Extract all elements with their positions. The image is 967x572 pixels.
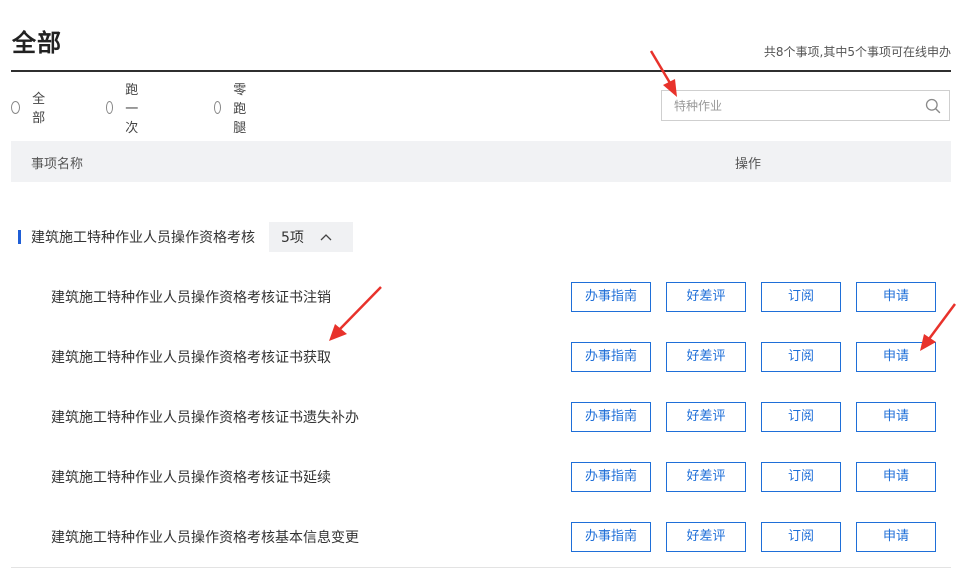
guide-button[interactable]: 办事指南: [571, 462, 651, 492]
column-header-operation: 操作: [735, 157, 762, 172]
review-button[interactable]: 好差评: [666, 462, 746, 492]
list-item: 建筑施工特种作业人员操作资格考核证书遗失补办 办事指南 好差评 订阅 申请: [0, 402, 967, 432]
item-group-header: 建筑施工特种作业人员操作资格考核 5项: [11, 222, 353, 252]
guide-button[interactable]: 办事指南: [571, 522, 651, 552]
search-icon[interactable]: [925, 98, 941, 114]
subscribe-button[interactable]: 订阅: [761, 342, 841, 372]
chevron-up-icon: [320, 234, 332, 241]
subscribe-button[interactable]: 订阅: [761, 402, 841, 432]
filter-all[interactable]: 全部: [11, 92, 49, 126]
list-bottom-divider: [11, 567, 951, 568]
apply-button[interactable]: 申请: [856, 402, 936, 432]
page-title: 全部: [12, 29, 62, 57]
filter-label: 全部: [32, 92, 46, 126]
item-name[interactable]: 建筑施工特种作业人员操作资格考核证书获取: [51, 347, 331, 367]
filter-run-once[interactable]: 跑一次: [106, 83, 144, 136]
list-item: 建筑施工特种作业人员操作资格考核证书获取 办事指南 好差评 订阅 申请: [0, 342, 967, 372]
apply-button[interactable]: 申请: [856, 342, 936, 372]
item-name[interactable]: 建筑施工特种作业人员操作资格考核证书遗失补办: [51, 407, 359, 427]
arrowhead-icon: [329, 324, 347, 341]
filter-zero-trip[interactable]: 零跑腿: [214, 83, 252, 136]
group-marker: [18, 230, 21, 244]
subscribe-button[interactable]: 订阅: [761, 462, 841, 492]
item-name[interactable]: 建筑施工特种作业人员操作资格考核证书延续: [51, 467, 331, 487]
group-collapse-toggle[interactable]: 5项: [269, 222, 353, 252]
radio-circle-icon[interactable]: [106, 100, 114, 114]
radio-circle-icon[interactable]: [214, 100, 222, 114]
review-button[interactable]: 好差评: [666, 522, 746, 552]
items-summary: 共8个事项,其中5个事项可在线申办: [763, 45, 951, 59]
item-name[interactable]: 建筑施工特种作业人员操作资格考核证书注销: [51, 287, 331, 307]
title-divider: [11, 70, 951, 72]
search-input[interactable]: [674, 97, 914, 115]
subscribe-button[interactable]: 订阅: [761, 522, 841, 552]
item-name[interactable]: 建筑施工特种作业人员操作资格考核基本信息变更: [51, 527, 359, 547]
page: 全部 共8个事项,其中5个事项可在线申办 全部 跑一次 零跑腿 事项名称 操作 …: [0, 0, 967, 572]
filter-label: 跑一次: [125, 82, 139, 136]
arrow-to-search-icon: [649, 50, 672, 84]
review-button[interactable]: 好差评: [666, 282, 746, 312]
list-item: 建筑施工特种作业人员操作资格考核基本信息变更 办事指南 好差评 订阅 申请: [0, 522, 967, 552]
column-header-name: 事项名称: [31, 157, 84, 172]
search-box: [661, 90, 950, 121]
guide-button[interactable]: 办事指南: [571, 342, 651, 372]
guide-button[interactable]: 办事指南: [571, 282, 651, 312]
review-button[interactable]: 好差评: [666, 342, 746, 372]
group-title: 建筑施工特种作业人员操作资格考核: [31, 230, 255, 246]
group-count-label: 5项: [281, 230, 304, 246]
apply-button[interactable]: 申请: [856, 522, 936, 552]
guide-button[interactable]: 办事指南: [571, 402, 651, 432]
radio-circle-icon[interactable]: [11, 100, 21, 114]
list-item: 建筑施工特种作业人员操作资格考核证书注销 办事指南 好差评 订阅 申请: [0, 282, 967, 312]
table-header: 事项名称 操作: [11, 141, 951, 182]
apply-button[interactable]: 申请: [856, 462, 936, 492]
filter-label: 零跑腿: [233, 82, 247, 136]
subscribe-button[interactable]: 订阅: [761, 282, 841, 312]
review-button[interactable]: 好差评: [666, 402, 746, 432]
apply-button[interactable]: 申请: [856, 282, 936, 312]
list-item: 建筑施工特种作业人员操作资格考核证书延续 办事指南 好差评 订阅 申请: [0, 462, 967, 492]
